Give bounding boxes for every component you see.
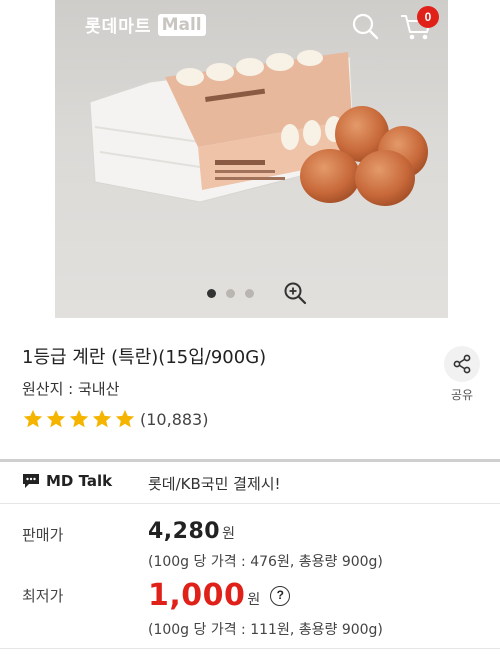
md-talk-text: 롯데/KB국민 결제시! <box>148 475 281 493</box>
product-rating[interactable]: (10,883) <box>22 408 208 430</box>
row-divider <box>0 503 500 504</box>
section-divider <box>0 459 500 462</box>
product-origin: 원산지 : 국내산 <box>22 380 120 398</box>
lowest-price: 1,000 원 ? <box>148 578 291 613</box>
bottom-divider <box>0 648 500 649</box>
brown-eggs-image <box>300 106 428 206</box>
rating-stars <box>22 408 136 430</box>
sale-price-value: 4,280 <box>148 519 221 544</box>
lowest-price-value: 1,000 <box>148 578 246 613</box>
lowest-price-label: 최저가 <box>22 587 64 605</box>
lowest-unit-price: (100g 당 가격 : 111원, 총용량 900g) <box>148 622 383 638</box>
star-icon <box>115 409 135 428</box>
share-icon-wrap <box>444 346 480 382</box>
lowest-price-unit: 원 <box>247 592 261 608</box>
top-bar: 롯데마트 Mall 0 <box>55 0 448 52</box>
sale-unit-price: (100g 당 가격 : 476원, 총용량 900g) <box>148 554 383 570</box>
carousel-indicator <box>207 289 254 298</box>
sale-price-label: 판매가 <box>22 526 64 544</box>
share-label: 공유 <box>450 388 474 402</box>
logo-mall-badge: Mall <box>157 13 206 36</box>
star-icon <box>92 409 112 428</box>
cart-count-badge: 0 <box>417 6 439 28</box>
chat-bubble-icon <box>23 474 39 488</box>
md-talk-label: MD Talk <box>46 472 113 490</box>
share-button[interactable]: 공유 <box>442 346 482 402</box>
sale-price: 4,280 원 <box>148 519 235 544</box>
star-icon <box>69 409 89 428</box>
product-image-carousel[interactable]: 롯데마트 Mall 0 <box>55 0 448 318</box>
review-count: (10,883) <box>140 409 209 429</box>
carousel-dot[interactable] <box>207 289 216 298</box>
help-icon[interactable]: ? <box>270 585 291 606</box>
carousel-dot[interactable] <box>245 289 254 298</box>
logo-text: 롯데마트 <box>85 17 152 37</box>
star-icon <box>23 409 43 428</box>
carousel-dot[interactable] <box>226 289 235 298</box>
md-talk-label-group: MD Talk <box>22 472 112 490</box>
sale-price-unit: 원 <box>222 526 235 542</box>
zoom-in-icon[interactable] <box>283 281 307 305</box>
lotte-mart-mall-logo[interactable]: 롯데마트 Mall <box>85 12 206 37</box>
share-icon <box>453 354 471 374</box>
product-title: 1등급 계란 (특란)(15입/900G) <box>22 347 267 368</box>
star-icon <box>46 409 66 428</box>
search-icon[interactable] <box>351 12 379 40</box>
